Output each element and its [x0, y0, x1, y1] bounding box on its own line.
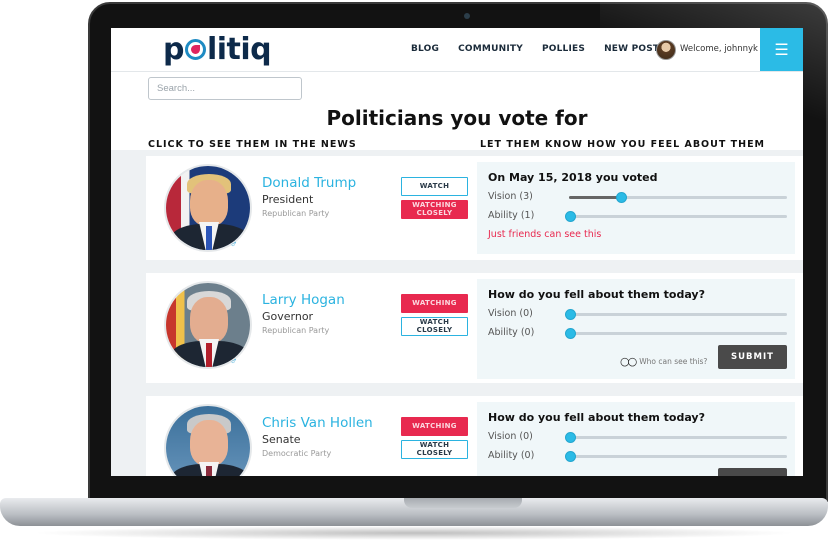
submit-button[interactable]: SUBMIT	[718, 345, 787, 369]
politician-title: President	[262, 193, 314, 206]
news-column-heading: CLICK TO SEE THEM IN THE NEWS	[148, 139, 357, 150]
politician-card: Chris Van Hollen Senate Democratic Party…	[146, 396, 803, 476]
laptop-notch	[404, 498, 522, 508]
top-navbar: p litiq BLOG COMMUNITY POLLIES NEW POST W…	[111, 28, 803, 72]
vision-slider-label: Vision (0)	[488, 431, 533, 442]
ability-slider-thumb[interactable]	[565, 211, 576, 222]
nav-community[interactable]: COMMUNITY	[458, 44, 523, 54]
laptop-shadow	[30, 526, 798, 540]
politician-party: Republican Party	[262, 326, 330, 335]
nav-blog[interactable]: BLOG	[411, 44, 439, 54]
ability-slider-thumb[interactable]	[565, 451, 576, 462]
privacy-note[interactable]: Just friends can see this	[488, 229, 601, 240]
politician-card: ♂ Donald Trump President Republican Part…	[146, 156, 803, 260]
logo-mark-icon	[184, 39, 206, 60]
watching-button[interactable]: WATCHING	[401, 294, 468, 313]
who-can-see-label: Who can see this?	[639, 357, 708, 366]
vote-panel-heading: How do you fell about them today?	[488, 288, 705, 301]
ability-slider[interactable]	[565, 451, 787, 462]
vision-slider-thumb[interactable]	[565, 309, 576, 320]
nav-pollies[interactable]: POLLIES	[542, 44, 585, 54]
vision-slider-label: Vision (3)	[488, 191, 533, 202]
ability-slider-thumb[interactable]	[565, 328, 576, 339]
politician-card: ♂ Larry Hogan Governor Republican Party …	[146, 273, 803, 383]
watching-button[interactable]: WATCHING	[401, 417, 468, 436]
vote-panel: On May 15, 2018 you voted Vision (3) Abi…	[477, 162, 795, 254]
welcome-text[interactable]: Welcome, johnnyk	[680, 44, 758, 54]
hamburger-icon: ☰	[774, 41, 789, 59]
politician-title: Governor	[262, 310, 314, 323]
politician-name[interactable]: Donald Trump	[262, 175, 356, 191]
politician-photo[interactable]	[164, 404, 252, 476]
vision-slider[interactable]	[569, 192, 787, 203]
screen: p litiq BLOG COMMUNITY POLLIES NEW POST W…	[111, 28, 803, 476]
politician-name[interactable]: Larry Hogan	[262, 292, 345, 308]
politician-list: ♂ Donald Trump President Republican Part…	[111, 150, 803, 476]
male-symbol-icon: ♂	[230, 239, 238, 250]
watching-closely-button[interactable]: WATCHING CLOSELY	[401, 200, 468, 219]
vision-slider[interactable]	[565, 309, 787, 320]
search-input[interactable]	[148, 77, 302, 100]
politician-title: Senate	[262, 433, 301, 446]
glasses-icon: ○○	[620, 355, 637, 368]
ability-slider[interactable]	[565, 211, 787, 222]
watch-closely-button[interactable]: WATCH CLOSELY	[401, 440, 468, 459]
ability-slider-label: Ability (0)	[488, 450, 535, 461]
ability-slider[interactable]	[565, 328, 787, 339]
politician-name[interactable]: Chris Van Hollen	[262, 415, 373, 431]
vote-panel: How do you fell about them today? Vision…	[477, 402, 795, 476]
vision-slider-label: Vision (0)	[488, 308, 533, 319]
politician-photo[interactable]	[164, 281, 252, 369]
webcam-icon	[464, 13, 470, 19]
vote-panel-heading: On May 15, 2018 you voted	[488, 171, 658, 184]
watch-button[interactable]: WATCH	[401, 177, 468, 196]
politician-party: Republican Party	[262, 209, 330, 218]
ability-slider-label: Ability (0)	[488, 327, 535, 338]
page-title: Politicians you vote for	[326, 106, 588, 130]
watch-closely-button[interactable]: WATCH CLOSELY	[401, 317, 468, 336]
user-avatar[interactable]	[656, 40, 676, 60]
male-symbol-icon: ♂	[230, 356, 238, 367]
vision-slider-thumb[interactable]	[616, 192, 627, 203]
vote-panel-heading: How do you fell about them today?	[488, 411, 705, 424]
politiq-logo[interactable]: p litiq	[163, 32, 272, 67]
nav-new-post[interactable]: NEW POST	[604, 44, 659, 54]
feedback-column-heading: LET THEM KNOW HOW YOU FEEL ABOUT THEM	[480, 139, 766, 150]
vision-slider[interactable]	[565, 432, 787, 443]
politician-party: Democratic Party	[262, 449, 332, 458]
submit-button[interactable]	[718, 468, 787, 476]
vision-slider-thumb[interactable]	[565, 432, 576, 443]
main-nav: BLOG COMMUNITY POLLIES NEW POST	[411, 44, 678, 54]
visibility-settings-link[interactable]: ○○ Who can see this?	[620, 355, 707, 368]
ability-slider-label: Ability (1)	[488, 210, 535, 221]
politician-photo[interactable]	[164, 164, 252, 252]
menu-button[interactable]: ☰	[760, 28, 803, 71]
vote-panel: How do you fell about them today? Vision…	[477, 279, 795, 379]
